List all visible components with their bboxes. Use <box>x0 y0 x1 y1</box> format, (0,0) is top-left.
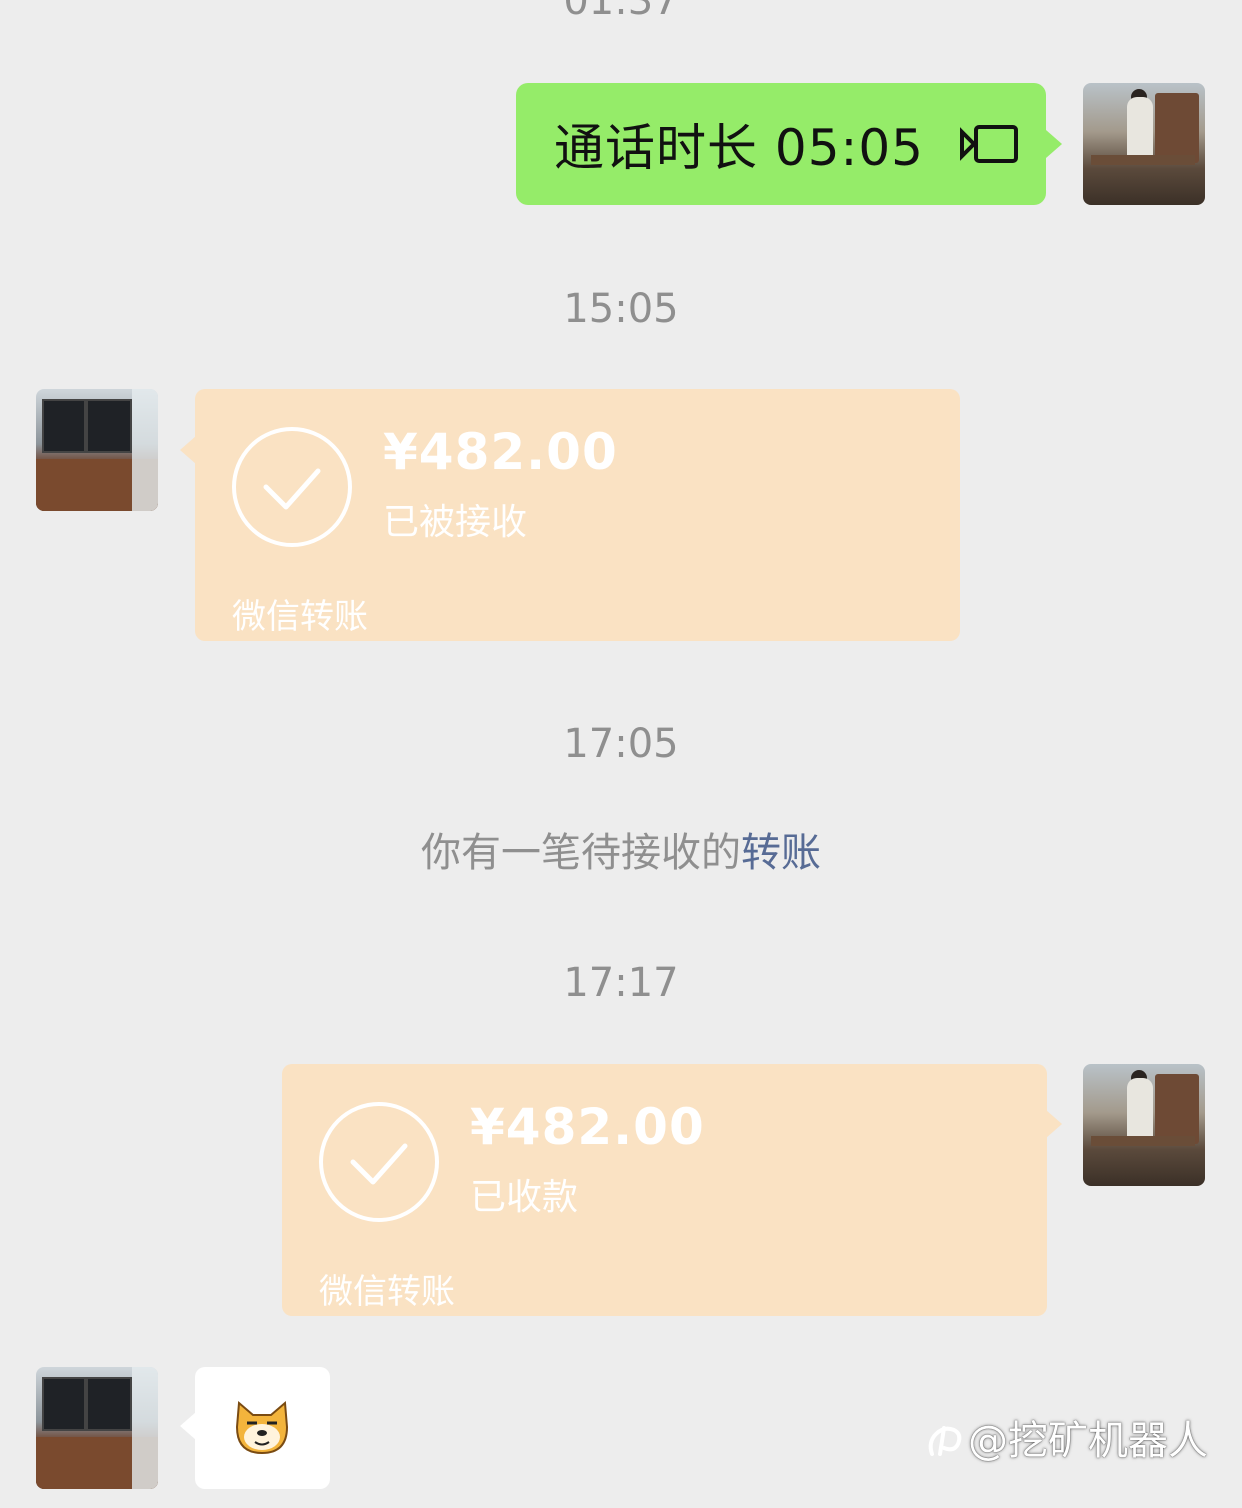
transfer-card-received[interactable]: ¥482.00 已被接收 微信转账 <box>195 389 960 641</box>
transfer-brand: 微信转账 <box>319 1272 455 1312</box>
check-circle-icon <box>319 1102 439 1222</box>
system-notice-text: 你有一笔待接收的 <box>421 830 741 876</box>
watermark: @挖矿机器人 <box>922 1408 1208 1466</box>
transfer-amount: ¥482.00 <box>470 1098 705 1156</box>
check-circle-icon <box>232 427 352 547</box>
avatar-contact[interactable] <box>36 389 158 511</box>
platform-logo-icon <box>928 1426 962 1456</box>
call-duration-text: 通话时长 05:05 <box>554 119 924 177</box>
bubble-tail <box>180 1412 196 1440</box>
timestamp: 17:17 <box>563 960 679 1006</box>
transfer-status: 已被接收 <box>383 502 528 543</box>
watermark-text: @挖矿机器人 <box>968 1418 1208 1464</box>
avatar-contact[interactable] <box>36 1367 158 1489</box>
avatar-self[interactable] <box>1083 1064 1205 1186</box>
bubble-tail <box>1046 1110 1062 1138</box>
timestamp-top: 01:37 <box>563 0 679 24</box>
bubble-tail <box>1046 130 1062 158</box>
transfer-status: 已收款 <box>470 1177 579 1218</box>
bubble-tail <box>180 436 196 464</box>
transfer-amount: ¥482.00 <box>383 423 618 481</box>
system-notice: 你有一笔待接收的转账 <box>0 820 1242 878</box>
video-call-icon <box>958 122 1022 166</box>
sticker-bubble[interactable] <box>195 1367 330 1489</box>
transfer-card-collected[interactable]: ¥482.00 已收款 微信转账 <box>282 1064 1047 1316</box>
call-record-bubble[interactable]: 通话时长 05:05 <box>516 83 1046 205</box>
avatar-self[interactable] <box>1083 83 1205 205</box>
transfer-brand: 微信转账 <box>232 597 368 637</box>
timestamp: 15:05 <box>563 286 679 332</box>
transfer-link[interactable]: 转账 <box>741 830 821 876</box>
timestamp: 17:05 <box>563 721 679 767</box>
doge-sticker-icon <box>235 1400 289 1455</box>
